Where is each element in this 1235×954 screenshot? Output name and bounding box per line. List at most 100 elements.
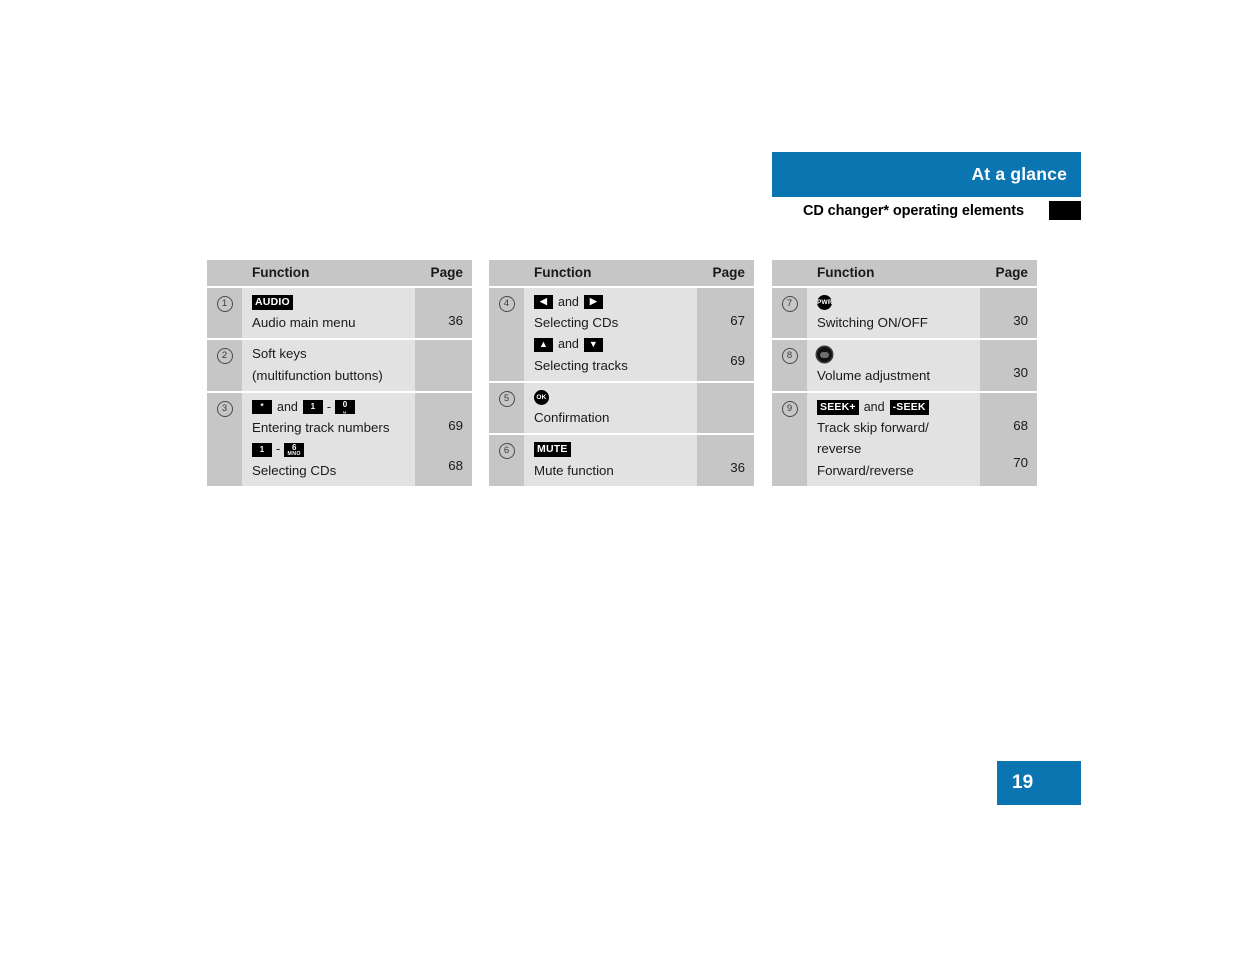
black-marker-square bbox=[1049, 201, 1081, 220]
numeric-key-1[interactable]: 1 bbox=[302, 400, 323, 415]
operating-elements-table-1: Function Page 1 AUDIO Audio main menu 36 2 Soft… bbox=[207, 260, 472, 486]
function-text: (multifunction buttons) bbox=[252, 367, 383, 383]
page-number-cell bbox=[697, 408, 745, 424]
function-text: Volume adjustment bbox=[817, 367, 931, 383]
function-text: Audio main menu bbox=[252, 315, 356, 331]
page-cell: 69 68 bbox=[415, 392, 472, 486]
function-cell: SEEK+ and -SEEK Track skip forward/reverse F… bbox=[807, 392, 980, 486]
function-cell: OK Confirmation bbox=[524, 382, 697, 434]
function-text: Mute function bbox=[534, 462, 614, 478]
function-cell: AUDIO Audio main menu bbox=[242, 288, 415, 339]
header-accent-band: At a glance bbox=[772, 152, 1081, 197]
key-chip-audio[interactable]: AUDIO bbox=[252, 294, 293, 310]
row-index-cell: 4 bbox=[489, 288, 524, 381]
function-text: Switching ON/OFF bbox=[817, 315, 928, 331]
header-cell-page: Page bbox=[980, 260, 1037, 286]
row-index-cell: 6 bbox=[489, 435, 524, 486]
volume-knob-icon[interactable] bbox=[817, 347, 832, 363]
arrow-down-icon[interactable]: ▼ bbox=[583, 337, 603, 352]
function-text: Track skip forward/ bbox=[817, 420, 929, 436]
key-chip-seek-[interactable]: SEEK+ bbox=[817, 399, 859, 415]
function-text: Selecting CDs bbox=[252, 462, 337, 478]
round-button-pwr-icon[interactable]: PWR bbox=[817, 294, 833, 310]
key-chip--seek[interactable]: -SEEK bbox=[889, 399, 929, 415]
table-row: 7 PWR Switching ON/OFF 30 bbox=[772, 288, 1037, 339]
page-cell bbox=[697, 382, 754, 434]
header-cell-function: Function bbox=[242, 260, 415, 286]
page-cell: 36 bbox=[415, 288, 472, 339]
table-row: 1 AUDIO Audio main menu 36 bbox=[207, 288, 472, 339]
connector-word: - bbox=[276, 442, 281, 457]
connector-word: - bbox=[326, 399, 332, 414]
header-cell-index bbox=[489, 260, 524, 286]
header-cell-index bbox=[207, 260, 242, 286]
function-cell: Soft keys (multifunction buttons) bbox=[242, 340, 415, 391]
page-number-cell: 30 bbox=[1013, 365, 1028, 381]
header-subtitle-row: CD changer* operating elements bbox=[772, 201, 1081, 225]
page-number-cell: 70 bbox=[1013, 455, 1028, 471]
circled-number-6: 6 bbox=[498, 443, 515, 460]
key-glyph-row: OK bbox=[534, 389, 689, 405]
connector-word: and bbox=[863, 399, 885, 414]
table-row: 3 * and 1-0 ␣ Entering track numbers 1-6 MNO Sel… bbox=[207, 392, 472, 486]
function-cell: Volume adjustment bbox=[807, 340, 980, 391]
key-glyph-row: MUTE bbox=[534, 441, 689, 458]
page-number-cell bbox=[415, 346, 463, 362]
section-title: At a glance bbox=[971, 164, 1067, 184]
table-row: 2 Soft keys (multifunction buttons) bbox=[207, 340, 472, 391]
key-glyph-row: PWR bbox=[817, 294, 972, 310]
circled-number-2: 2 bbox=[216, 348, 233, 365]
operating-elements-table-3: Function Page 7 PWR Switching ON/OFF 30 8 Volum… bbox=[772, 260, 1037, 486]
function-text: Selecting CDs bbox=[534, 315, 619, 331]
page-number-cell: 30 bbox=[1013, 313, 1028, 328]
header-cell-page: Page bbox=[415, 260, 472, 286]
page-cell: 36 bbox=[697, 435, 754, 486]
function-text: Soft keys bbox=[252, 346, 307, 362]
table-row: 4 ◀ and ▶ Selecting CDs ▲ and ▼ Selecting tracks… bbox=[489, 288, 754, 381]
circled-number-9: 9 bbox=[781, 400, 798, 417]
page-number-cell: 36 bbox=[448, 313, 463, 328]
key-glyph-row: SEEK+ and -SEEK bbox=[817, 399, 972, 415]
page-cell: 30 bbox=[980, 340, 1037, 391]
circled-number-1: 1 bbox=[216, 296, 233, 312]
arrow-left-icon[interactable]: ◀ bbox=[534, 295, 553, 310]
key-glyph-row: AUDIO bbox=[252, 294, 407, 310]
key-glyph-row: ◀ and ▶ bbox=[534, 294, 689, 310]
page-number-cell: 69 bbox=[448, 417, 463, 433]
key-glyph-row bbox=[817, 346, 972, 363]
table-header-row: Function Page bbox=[489, 260, 754, 286]
page-header: At a glance CD changer* operating elemen… bbox=[772, 152, 1081, 225]
page-cell: 30 bbox=[980, 288, 1037, 339]
function-text: Confirmation bbox=[534, 410, 610, 426]
table-header-row: Function Page bbox=[207, 260, 472, 286]
connector-word: and bbox=[558, 294, 579, 309]
page-number-cell: 36 bbox=[730, 460, 745, 476]
header-cell-function: Function bbox=[524, 260, 697, 286]
connector-word: and bbox=[558, 337, 579, 352]
page-number-badge: 19 bbox=[997, 761, 1081, 805]
row-index-cell: 8 bbox=[772, 340, 807, 391]
function-text: Forward/reverse bbox=[817, 462, 914, 478]
numeric-key-*[interactable]: * bbox=[252, 400, 272, 415]
function-text: Entering track numbers bbox=[252, 420, 390, 436]
round-button-ok-icon[interactable]: OK bbox=[534, 389, 549, 405]
page-number-cell: 67 bbox=[730, 313, 745, 328]
page-number-cell: 69 bbox=[730, 353, 745, 369]
numeric-key-0[interactable]: 0 ␣ bbox=[335, 400, 356, 415]
numeric-key-1[interactable]: 1 bbox=[252, 442, 272, 457]
function-cell: PWR Switching ON/OFF bbox=[807, 288, 980, 339]
page-number: 19 bbox=[1012, 772, 1034, 793]
row-index-cell: 9 bbox=[772, 392, 807, 486]
table-row: 9 SEEK+ and -SEEK Track skip forward/reverse… bbox=[772, 392, 1037, 486]
page-number-cell bbox=[980, 434, 1028, 450]
page-number-cell bbox=[415, 363, 463, 379]
function-cell: * and 1-0 ␣ Entering track numbers 1-6 MNO Sele… bbox=[242, 392, 415, 486]
table-row: 8 Volume adjustment 30 bbox=[772, 340, 1037, 391]
table-header-row: Function Page bbox=[772, 260, 1037, 286]
header-cell-page: Page bbox=[697, 260, 754, 286]
arrow-right-icon[interactable]: ▶ bbox=[583, 295, 603, 310]
numeric-key-6[interactable]: 6 MNO bbox=[284, 442, 305, 457]
arrow-up-icon[interactable]: ▲ bbox=[534, 337, 553, 352]
key-chip-mute[interactable]: MUTE bbox=[534, 442, 571, 458]
row-index-cell: 7 bbox=[772, 288, 807, 339]
